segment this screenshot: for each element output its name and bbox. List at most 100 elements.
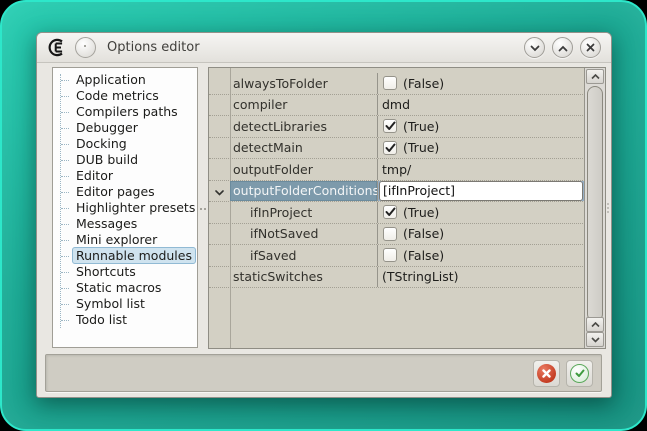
footer-bar	[45, 354, 602, 392]
bool-value-label: (True)	[403, 205, 439, 220]
window-resize-grip[interactable]	[607, 203, 609, 213]
sidebar-item-editor-pages[interactable]: Editor pages	[53, 184, 197, 200]
vertical-scrollbar[interactable]	[584, 68, 605, 348]
property-name[interactable]: outputFolder	[230, 159, 377, 180]
property-value: (False)	[377, 224, 585, 245]
sidebar-item-label: Mini explorer	[72, 231, 161, 248]
sidebar-item-compilers-paths[interactable]: Compilers paths	[53, 104, 197, 120]
property-row-staticswitches[interactable]: staticSwitches(TStringList)	[209, 267, 585, 289]
bool-value-label: (True)	[403, 140, 439, 155]
property-name[interactable]: staticSwitches	[230, 267, 377, 288]
checkbox-checked[interactable]	[383, 205, 397, 219]
sidebar-item-label: Compilers paths	[72, 103, 182, 120]
text-value-label: dmd	[382, 97, 410, 112]
expand-toggle[interactable]	[209, 181, 230, 202]
coedit-logo-icon	[47, 38, 67, 57]
sidebar-item-symbol-list[interactable]: Symbol list	[53, 296, 197, 312]
sidebar-item-label: Docking	[72, 135, 131, 152]
checkbox-unchecked[interactable]	[383, 248, 397, 262]
bool-value-label: (True)	[403, 119, 439, 134]
close-button[interactable]	[580, 37, 601, 58]
sidebar-item-mini-explorer[interactable]: Mini explorer	[53, 232, 197, 248]
close-icon	[586, 40, 595, 55]
property-value: (True)	[377, 202, 585, 223]
bool-value-label: (False)	[403, 76, 444, 91]
property-value: (TStringList)	[377, 267, 585, 288]
property-name[interactable]: alwaysToFolder	[230, 73, 377, 94]
sidebar-item-editor[interactable]: Editor	[53, 168, 197, 184]
sidebar-item-label: Shortcuts	[72, 263, 140, 280]
outputfolderconditions-input[interactable]	[379, 181, 583, 201]
property-rows: alwaysToFolder (False) compiler dmd detectLi…	[209, 73, 585, 288]
sidebar-item-label: Highlighter presets	[72, 199, 198, 216]
sidebar-item-label: Debugger	[72, 119, 142, 136]
checkbox-unchecked[interactable]	[383, 76, 397, 90]
bool-value-label: (False)	[403, 248, 444, 263]
scroll-up-secondary-button[interactable]	[586, 317, 604, 332]
sidebar-item-label: Editor pages	[72, 183, 159, 200]
property-row-outputfolderconditions[interactable]: outputFolderConditions	[209, 181, 585, 203]
sidebar-item-messages[interactable]: Messages	[53, 216, 197, 232]
sidebar-item-runnable-modules[interactable]: Runnable modules	[53, 248, 197, 264]
row-gutter	[209, 138, 230, 159]
sidebar-item-highlighter-presets[interactable]: Highlighter presets	[53, 200, 197, 216]
property-row-detectlibraries[interactable]: detectLibraries (True)	[209, 116, 585, 138]
row-gutter	[209, 224, 230, 245]
checkbox-checked[interactable]	[383, 119, 397, 133]
property-row-alwaystofolder[interactable]: alwaysToFolder (False)	[209, 73, 585, 95]
categories-panel: ApplicationCode metricsCompilers pathsDe…	[52, 67, 198, 348]
scroll-down-button[interactable]	[586, 332, 604, 347]
sidebar-item-code-metrics[interactable]: Code metrics	[53, 88, 197, 104]
property-name[interactable]: outputFolderConditions	[230, 181, 377, 202]
maximize-button[interactable]	[552, 37, 573, 58]
options-editor-window: Options editor ApplicationCode metricsCo…	[36, 32, 612, 398]
sidebar-item-label: Runnable modules	[72, 247, 196, 264]
property-name[interactable]: ifSaved	[230, 245, 377, 266]
titlebar[interactable]: Options editor	[37, 33, 611, 63]
cancel-button[interactable]	[533, 360, 560, 387]
chevron-down-icon	[530, 40, 540, 55]
property-row-ifsaved[interactable]: ifSaved (False)	[209, 245, 585, 267]
sidebar-item-label: Todo list	[72, 311, 131, 328]
checkbox-checked[interactable]	[383, 141, 397, 155]
text-value-label: tmp/	[382, 162, 411, 177]
checkbox-unchecked[interactable]	[383, 227, 397, 241]
sidebar-item-label: Messages	[72, 215, 141, 232]
row-gutter	[209, 159, 230, 180]
sidebar-item-shortcuts[interactable]: Shortcuts	[53, 264, 197, 280]
sidebar-item-docking[interactable]: Docking	[53, 136, 197, 152]
property-name[interactable]: ifInProject	[230, 202, 377, 223]
row-gutter	[209, 267, 230, 288]
property-row-outputfolder[interactable]: outputFolder tmp/	[209, 159, 585, 181]
row-gutter	[209, 95, 230, 116]
screenshot-stage: Options editor ApplicationCode metricsCo…	[0, 0, 647, 431]
sidebar-item-application[interactable]: Application	[53, 72, 197, 88]
property-name[interactable]: detectMain	[230, 138, 377, 159]
minimize-button[interactable]	[524, 37, 545, 58]
property-row-compiler[interactable]: compiler dmd	[209, 95, 585, 117]
scrollbar-thumb[interactable]	[587, 86, 603, 322]
sidebar-item-label: Static macros	[72, 279, 165, 296]
property-name[interactable]: detectLibraries	[230, 116, 377, 137]
accept-button[interactable]	[566, 360, 593, 387]
bool-value-label: (False)	[403, 226, 444, 241]
sidebar-item-todo-list[interactable]: Todo list	[53, 312, 197, 328]
sidebar-tree: ApplicationCode metricsCompilers pathsDe…	[53, 72, 197, 328]
scroll-up-button[interactable]	[586, 69, 604, 84]
sidebar-item-label: Editor	[72, 167, 117, 184]
property-name[interactable]: compiler	[230, 95, 377, 116]
window-menu-button[interactable]	[75, 37, 96, 58]
sidebar-item-debugger[interactable]: Debugger	[53, 120, 197, 136]
property-row-ifnotsaved[interactable]: ifNotSaved (False)	[209, 224, 585, 246]
accept-icon	[570, 364, 589, 383]
property-row-ifinproject[interactable]: ifInProject (True)	[209, 202, 585, 224]
chevron-down-icon	[215, 181, 224, 200]
sidebar-item-dub-build[interactable]: DUB build	[53, 152, 197, 168]
row-gutter	[209, 202, 230, 223]
row-gutter	[209, 73, 230, 94]
property-value: (True)	[377, 138, 585, 159]
property-name[interactable]: ifNotSaved	[230, 224, 377, 245]
property-value: (True)	[377, 116, 585, 137]
property-row-detectmain[interactable]: detectMain (True)	[209, 138, 585, 160]
sidebar-item-static-macros[interactable]: Static macros	[53, 280, 197, 296]
